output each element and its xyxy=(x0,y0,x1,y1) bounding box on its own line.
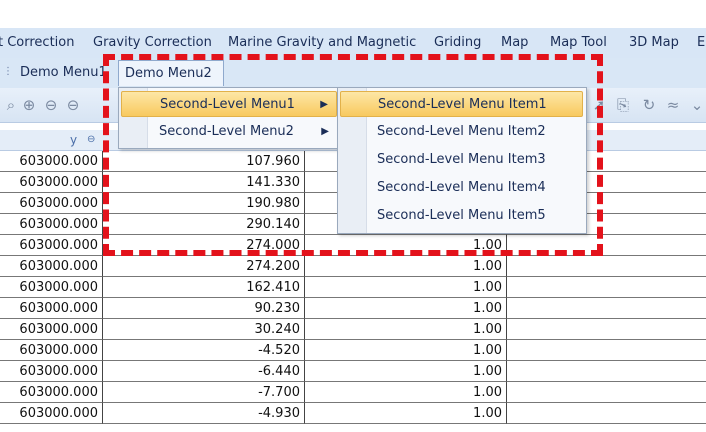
table-cell[interactable] xyxy=(507,403,706,424)
menu-correction[interactable]: t Correction xyxy=(0,28,74,58)
zoom-out-icon[interactable]: ⊖ xyxy=(42,96,60,114)
curve-icon[interactable]: ≈ xyxy=(664,96,682,114)
table-cell[interactable] xyxy=(507,256,706,277)
table-cell[interactable]: 603000.000 xyxy=(0,298,103,319)
refresh-icon[interactable]: ↻ xyxy=(640,96,658,114)
table-row[interactable]: 603000.000 162.410 1.00 xyxy=(0,277,706,298)
more-icon[interactable]: ⌄ xyxy=(688,96,706,114)
table-row[interactable]: 603000.000 -7.700 1.00 xyxy=(0,382,706,403)
menu-bar-grip-icon: ⋮ xyxy=(3,66,13,77)
table-cell[interactable]: 1.00 xyxy=(305,319,507,340)
table-row[interactable]: 603000.000 -4.520 1.00 xyxy=(0,340,706,361)
export-icon[interactable]: ⎘ xyxy=(614,96,632,114)
table-row[interactable]: 603000.000 90.230 1.00 xyxy=(0,298,706,319)
table-cell[interactable]: -7.700 xyxy=(103,382,305,403)
table-cell[interactable]: 603000.000 xyxy=(0,193,103,214)
table-cell[interactable] xyxy=(507,361,706,382)
table-cell[interactable] xyxy=(507,277,706,298)
table-cell[interactable]: 603000.000 xyxy=(0,214,103,235)
table-cell[interactable]: 603000.000 xyxy=(0,235,103,256)
highlight-annotation-box xyxy=(103,54,603,256)
zoom-tool-icon[interactable]: ⌕ xyxy=(2,96,20,114)
table-cell[interactable]: -4.520 xyxy=(103,340,305,361)
table-cell[interactable]: 603000.000 xyxy=(0,403,103,424)
table-cell[interactable] xyxy=(507,298,706,319)
table-cell[interactable]: 603000.000 xyxy=(0,340,103,361)
table-cell[interactable]: 603000.000 xyxy=(0,382,103,403)
column-header-y[interactable]: y xyxy=(70,130,77,150)
table-cell[interactable] xyxy=(507,382,706,403)
menu-3d-map[interactable]: 3D Map xyxy=(629,28,679,58)
table-cell[interactable] xyxy=(507,319,706,340)
table-cell[interactable]: -6.440 xyxy=(103,361,305,382)
table-cell[interactable]: 1.00 xyxy=(305,382,507,403)
table-row[interactable]: 603000.000 30.240 1.00 xyxy=(0,319,706,340)
table-cell[interactable]: 603000.000 xyxy=(0,319,103,340)
table-cell[interactable]: 1.00 xyxy=(305,403,507,424)
table-cell[interactable]: 1.00 xyxy=(305,277,507,298)
demo-menu1[interactable]: Demo Menu1 xyxy=(20,60,107,86)
table-cell[interactable]: 603000.000 xyxy=(0,277,103,298)
zoom-fit-icon[interactable]: ⊖ xyxy=(64,96,82,114)
menu-e[interactable]: E xyxy=(697,28,705,58)
table-cell[interactable]: 1.00 xyxy=(305,256,507,277)
sort-filter-icon[interactable]: ⊖ xyxy=(87,130,95,150)
table-cell[interactable]: 603000.000 xyxy=(0,361,103,382)
table-cell[interactable]: 603000.000 xyxy=(0,151,103,172)
table-cell[interactable]: 603000.000 xyxy=(0,172,103,193)
table-cell[interactable]: 1.00 xyxy=(305,340,507,361)
table-cell[interactable]: 274.200 xyxy=(103,256,305,277)
table-cell[interactable]: -4.930 xyxy=(103,403,305,424)
table-cell[interactable] xyxy=(507,340,706,361)
zoom-in-icon[interactable]: ⊕ xyxy=(20,96,38,114)
table-cell[interactable]: 162.410 xyxy=(103,277,305,298)
table-row[interactable]: 603000.000 -4.930 1.00 xyxy=(0,403,706,424)
table-row[interactable]: 603000.000 274.200 1.00 xyxy=(0,256,706,277)
table-cell[interactable]: 603000.000 xyxy=(0,256,103,277)
table-cell[interactable]: 90.230 xyxy=(103,298,305,319)
table-cell[interactable]: 30.240 xyxy=(103,319,305,340)
table-cell[interactable]: 1.00 xyxy=(305,361,507,382)
table-row[interactable]: 603000.000 -6.440 1.00 xyxy=(0,361,706,382)
table-cell[interactable]: 1.00 xyxy=(305,298,507,319)
